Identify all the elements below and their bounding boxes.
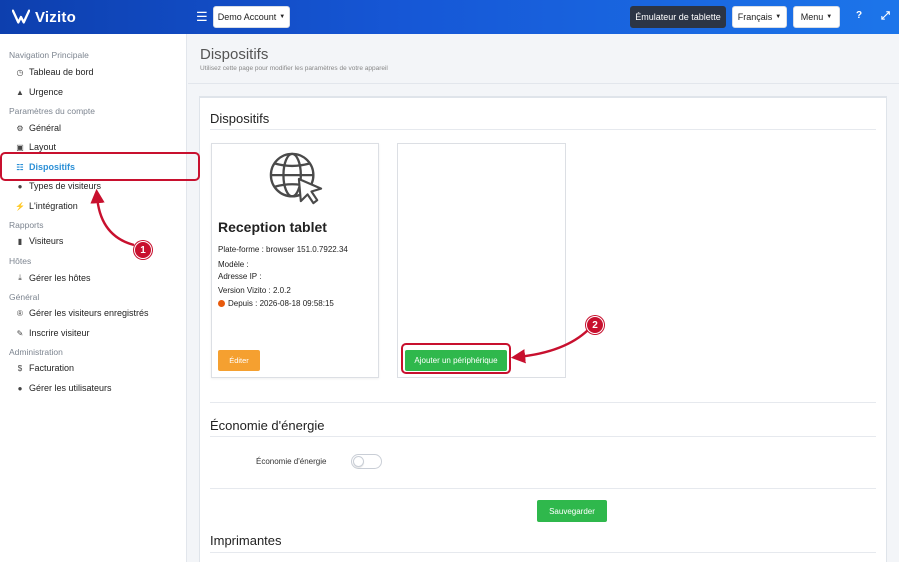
sidebar-item-label: Tableau de bord xyxy=(29,67,94,77)
caret-down-icon: ▼ xyxy=(826,14,833,20)
edit-device-button[interactable]: Éditer xyxy=(218,350,260,371)
device-version: Version Vizito : 2.0.2 xyxy=(218,286,291,295)
pencil-icon: ✎ xyxy=(16,328,24,338)
language-dropdown-button[interactable]: Français ▼ xyxy=(732,6,787,28)
menu-dropdown-button[interactable]: Menu ▼ xyxy=(793,6,840,28)
energy-saving-label: Économie d'énergie xyxy=(256,457,327,466)
sidebar-item-label: Gérer les utilisateurs xyxy=(29,383,112,393)
hamburger-menu-icon[interactable]: ☰ xyxy=(196,10,208,23)
sidebar-item-billing[interactable]: $ Facturation xyxy=(15,360,74,376)
sidebar-item-label: Inscrire visiteur xyxy=(29,328,90,338)
sidebar-item-label: Général xyxy=(29,123,62,133)
sidebar-item-label: Layout xyxy=(29,142,57,152)
image-icon: ▣ xyxy=(16,142,24,152)
tablet-emulator-button[interactable]: Émulateur de tablette xyxy=(630,6,726,28)
warning-icon: ▲ xyxy=(16,87,24,97)
account-dropdown-button[interactable]: Demo Account ▼ xyxy=(213,6,290,28)
save-button[interactable]: Sauvegarder xyxy=(537,500,607,522)
registered-icon: ® xyxy=(17,308,23,318)
account-dropdown-label: Demo Account xyxy=(217,12,277,22)
sidebar-item-emergency[interactable]: ▲ Urgence xyxy=(15,84,63,100)
page-subtitle: Utilisez cette page pour modifier les pa… xyxy=(200,65,388,72)
tablet-emulator-label: Émulateur de tablette xyxy=(635,12,721,22)
toggle-knob xyxy=(353,456,364,467)
divider xyxy=(210,129,876,130)
logo[interactable]: Vizito xyxy=(12,8,76,26)
sidebar-section-hosts: Hôtes xyxy=(9,256,32,266)
sidebar-item-general-settings[interactable]: ⚙ Général xyxy=(15,120,61,136)
menu-label: Menu xyxy=(800,12,824,22)
sidebar-item-label: Visiteurs xyxy=(29,236,64,246)
energy-saving-toggle[interactable] xyxy=(351,454,382,469)
users-icon: ● xyxy=(17,181,23,191)
device-since: Depuis : 2026-08-18 09:58:15 xyxy=(228,299,334,308)
sidebar-section-nav: Navigation Principale xyxy=(9,50,89,60)
settings-panel: Dispositifs Reception tablet Plate-forme… xyxy=(199,96,887,562)
caret-down-icon: ▼ xyxy=(279,14,286,20)
device-name: Reception tablet xyxy=(218,219,327,235)
plug-icon: ⚡ xyxy=(15,201,25,211)
sidebar-item-manage-users[interactable]: ● Gérer les utilisateurs xyxy=(15,380,112,396)
device-platform: Plate-forme : browser 151.0.7922.34 xyxy=(218,245,348,254)
device-card: Reception tablet Plate-forme : browser 1… xyxy=(211,143,379,378)
download-icon: ⤓ xyxy=(18,273,22,282)
sidebar-item-label: Gérer les visiteurs enregistrés xyxy=(29,308,149,318)
caret-down-icon: ▼ xyxy=(775,14,782,20)
device-since-row: Depuis : 2026-08-18 09:58:15 xyxy=(218,299,334,308)
page-header: Dispositifs Utilisez cette page pour mod… xyxy=(188,34,899,84)
device-model: Modèle : xyxy=(218,260,249,269)
page-title: Dispositifs xyxy=(200,46,269,63)
divider xyxy=(210,552,876,553)
dashboard-gauge-icon: ◷ xyxy=(16,67,24,77)
sidebar: Navigation Principale ◷ Tableau de bord … xyxy=(0,34,187,562)
status-dot xyxy=(218,300,225,307)
annotation-highlight-add-button xyxy=(401,343,511,374)
annotation-badge-2: 2 xyxy=(586,316,604,334)
sidebar-section-admin: Administration xyxy=(9,347,63,357)
sidebar-section-general: Général xyxy=(9,292,40,302)
sidebar-item-manage-hosts[interactable]: ⤓ Gérer les hôtes xyxy=(15,270,91,286)
sidebar-item-dashboard[interactable]: ◷ Tableau de bord xyxy=(15,64,94,80)
user-plus-icon: ● xyxy=(17,383,23,393)
expand-icon[interactable]: ⤢ xyxy=(881,10,890,23)
gear-icon: ⚙ xyxy=(16,123,24,133)
sidebar-section-account: Paramètres du compte xyxy=(9,106,95,116)
globe-cursor-icon xyxy=(269,152,323,205)
annotation-badge-1: 1 xyxy=(134,241,152,259)
sidebar-item-visitors[interactable]: ▮ Visiteurs xyxy=(15,233,64,249)
question-icon[interactable]: ? xyxy=(856,10,862,21)
sidebar-section-reports: Rapports xyxy=(9,220,44,230)
divider xyxy=(210,402,876,403)
sidebar-item-label: Urgence xyxy=(29,87,64,97)
device-ip: Adresse IP : xyxy=(218,272,262,281)
sidebar-item-label: Types de visiteurs xyxy=(29,181,102,191)
vizito-logo-icon xyxy=(12,9,30,24)
logo-text: Vizito xyxy=(35,8,76,26)
devices-section-title: Dispositifs xyxy=(210,111,270,126)
sidebar-item-manage-registered[interactable]: ® Gérer les visiteurs enregistrés xyxy=(15,305,149,321)
top-bar: Vizito ☰ Demo Account ▼ Émulateur de tabl… xyxy=(0,0,899,34)
sidebar-item-label: L'intégration xyxy=(29,201,78,211)
divider xyxy=(210,488,876,489)
book-icon: ▮ xyxy=(17,236,23,246)
energy-section-title: Économie d'énergie xyxy=(210,418,325,433)
sidebar-item-label: Facturation xyxy=(29,363,75,373)
annotation-highlight-devices xyxy=(0,152,200,181)
dollar-icon: $ xyxy=(17,363,23,373)
sidebar-item-register-visitor[interactable]: ✎ Inscrire visiteur xyxy=(15,325,90,341)
divider xyxy=(210,436,876,437)
sidebar-item-integration[interactable]: ⚡ L'intégration xyxy=(15,198,78,214)
printers-section-title: Imprimantes xyxy=(210,533,282,548)
sidebar-item-label: Gérer les hôtes xyxy=(29,273,91,283)
language-label: Français xyxy=(737,12,773,22)
